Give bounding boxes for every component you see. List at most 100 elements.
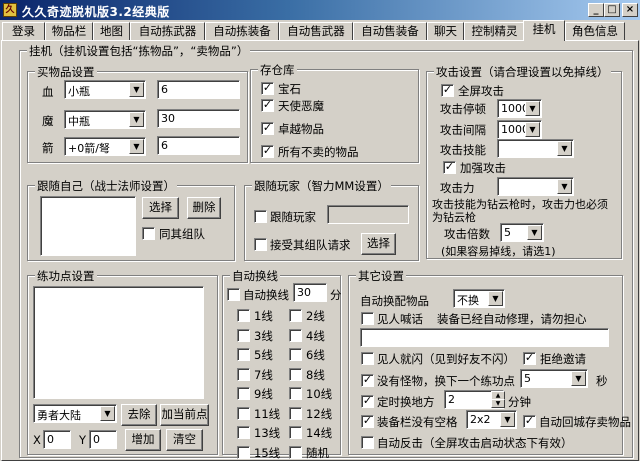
- fullscreen-attack-checkbox[interactable]: ✓: [441, 84, 454, 97]
- store-excellent-checkbox[interactable]: ✓: [261, 122, 274, 135]
- auto-switch-minutes[interactable]: 30: [293, 283, 327, 302]
- line-label: 12线: [306, 406, 332, 422]
- add-point-button[interactable]: 增加: [125, 429, 161, 451]
- shout-checkbox[interactable]: [361, 312, 374, 325]
- line-checkbox[interactable]: [237, 426, 250, 439]
- line-checkbox[interactable]: [289, 446, 302, 459]
- buy-mp-select[interactable]: 中瓶▼: [64, 110, 146, 129]
- clear-points-button[interactable]: 清空: [166, 429, 203, 451]
- x-input[interactable]: 0: [43, 430, 71, 449]
- line-label: 8线: [306, 367, 325, 383]
- dodge-checkbox[interactable]: [361, 352, 374, 365]
- buy-hp-select[interactable]: 小瓶▼: [64, 80, 146, 99]
- line-label: 随机: [306, 445, 329, 461]
- attack-power-select[interactable]: ▼: [497, 177, 574, 196]
- tab-pick-weapons[interactable]: 自动拣武器: [130, 22, 205, 40]
- tab-sell-equipment[interactable]: 自动售装备: [353, 22, 427, 40]
- tab-map[interactable]: 地图: [93, 22, 130, 40]
- timed-switch-checkbox[interactable]: ✓: [361, 395, 374, 408]
- tab-control-sprite[interactable]: 控制精灵: [464, 22, 525, 40]
- minimize-button[interactable]: _: [588, 3, 604, 17]
- store-angel-checkbox[interactable]: ✓: [261, 99, 274, 112]
- line-checkbox[interactable]: [289, 329, 302, 342]
- store-unsold-checkbox[interactable]: ✓: [261, 145, 274, 158]
- follow-self-select-button[interactable]: 选择: [142, 197, 179, 219]
- auto-switch-checkbox[interactable]: [227, 288, 240, 301]
- buy-arrow-select[interactable]: +0箭/弩▼: [64, 137, 146, 156]
- line-checkbox[interactable]: [289, 309, 302, 322]
- spin-down-icon[interactable]: ▼: [491, 399, 505, 408]
- tab-afk[interactable]: 挂机: [523, 20, 565, 41]
- bag-size-select[interactable]: 2x2▼: [466, 410, 517, 429]
- line-checkbox[interactable]: [237, 407, 250, 420]
- practice-map-value: 勇者大陆: [37, 409, 81, 422]
- tab-character-info[interactable]: 角色信息: [565, 22, 625, 40]
- auto-swap-label: 自动换配物品: [360, 293, 429, 309]
- fullscreen-attack-label: 全屏攻击: [458, 83, 504, 99]
- no-monster-select[interactable]: 5▼: [520, 369, 588, 388]
- line-checkbox[interactable]: [237, 348, 250, 361]
- follow-player-select-button[interactable]: 选择: [361, 233, 396, 255]
- attack-skill-select[interactable]: ▼: [497, 139, 574, 158]
- follow-player-label: 跟随玩家: [270, 209, 316, 225]
- title-bar[interactable]: 久 久久奇迹脱机版3.2经典版 _ □ ×: [0, 0, 640, 20]
- practice-point-list[interactable]: [33, 286, 204, 399]
- same-group-checkbox[interactable]: [142, 227, 155, 240]
- chevron-down-icon: ▼: [525, 122, 540, 137]
- bag-action-label: 自动回城存卖物品: [539, 414, 631, 430]
- tab-pick-equipment[interactable]: 自动拣装备: [205, 22, 279, 40]
- tab-chat[interactable]: 聊天: [427, 22, 464, 40]
- line-checkbox[interactable]: [289, 426, 302, 439]
- line-label: 13线: [254, 425, 280, 441]
- attack-multiplier-value: 5: [504, 226, 511, 239]
- store-gem-checkbox[interactable]: ✓: [261, 82, 274, 95]
- line-label: 1线: [254, 308, 273, 324]
- no-monster-checkbox[interactable]: ✓: [361, 374, 374, 387]
- line-checkbox[interactable]: [237, 329, 250, 342]
- line-checkbox[interactable]: [289, 348, 302, 361]
- follow-self-delete-button[interactable]: 删除: [187, 197, 221, 219]
- buy-hp-qty[interactable]: 6: [157, 80, 240, 99]
- follow-self-list[interactable]: [40, 196, 136, 256]
- buy-arrow-qty[interactable]: 6: [157, 136, 240, 155]
- enhance-attack-checkbox[interactable]: ✓: [443, 161, 456, 174]
- chevron-down-icon: ▼: [571, 371, 586, 386]
- shout-message-input[interactable]: [360, 328, 609, 347]
- follow-player-checkbox[interactable]: [254, 210, 267, 223]
- chevron-down-icon: ▼: [525, 101, 540, 116]
- bag-full-checkbox[interactable]: ✓: [361, 415, 374, 428]
- attack-pause-select[interactable]: 1000▼: [497, 99, 542, 118]
- accept-invite-checkbox[interactable]: [254, 238, 267, 251]
- practice-map-select[interactable]: 勇者大陆▼: [33, 404, 117, 423]
- reject-invite-checkbox[interactable]: ✓: [523, 352, 536, 365]
- remove-point-button[interactable]: 去除: [121, 404, 157, 426]
- y-input[interactable]: 0: [89, 430, 117, 449]
- attack-interval-select[interactable]: 1000▼: [497, 120, 542, 139]
- line-checkbox[interactable]: [289, 407, 302, 420]
- add-current-point-button[interactable]: 加当前点: [160, 404, 209, 426]
- bag-action-checkbox[interactable]: ✓: [523, 415, 536, 428]
- line-checkbox[interactable]: [289, 368, 302, 381]
- buy-mp-qty[interactable]: 30: [157, 109, 240, 128]
- auto-swap-select[interactable]: 不换▼: [453, 289, 505, 308]
- line-checkbox[interactable]: [237, 309, 250, 322]
- line-checkbox[interactable]: [237, 387, 250, 400]
- y-label: Y: [79, 433, 86, 447]
- tab-login[interactable]: 登录: [2, 22, 45, 40]
- line-checkbox[interactable]: [237, 446, 250, 459]
- practice-group-title: 练功点设置: [35, 268, 97, 284]
- line-checkbox[interactable]: [289, 387, 302, 400]
- follow-player-name-field[interactable]: [327, 205, 409, 224]
- tab-inventory[interactable]: 物品栏: [45, 22, 93, 40]
- maximize-button[interactable]: □: [604, 3, 620, 17]
- line-checkbox[interactable]: [237, 368, 250, 381]
- follow-self-title: 跟随自己（战士法师设置）: [35, 178, 177, 194]
- attack-multiplier-select[interactable]: 5▼: [500, 223, 544, 242]
- line-label: 7线: [254, 367, 273, 383]
- tab-sell-weapons[interactable]: 自动售武器: [279, 22, 353, 40]
- line-label: 10线: [306, 386, 332, 402]
- afk-group-title: 挂机（挂机设置包括“拣物品”，“卖物品”）: [27, 43, 250, 59]
- close-button[interactable]: ×: [622, 3, 638, 17]
- counter-attack-checkbox[interactable]: [361, 436, 374, 449]
- buy-label-hp: 血: [42, 84, 54, 100]
